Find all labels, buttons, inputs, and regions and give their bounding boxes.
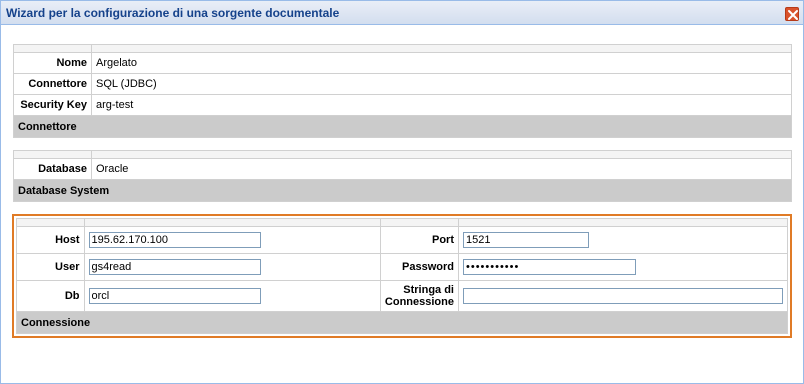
user-label: User — [16, 253, 85, 281]
db-label: Db — [16, 280, 85, 312]
security-key-row: Security Key arg-test — [13, 94, 792, 116]
database-label: Database — [13, 158, 92, 180]
connection-string-label: Stringa di Connessione — [379, 280, 460, 312]
database-system-section-header: Database System — [13, 179, 792, 202]
password-label: Password — [379, 253, 460, 281]
host-port-row: Host Port — [16, 226, 788, 254]
host-label: Host — [16, 226, 85, 254]
connection-section-header: Connessione — [16, 311, 788, 334]
connection-string-label-line2: Connessione — [384, 296, 454, 308]
connection-string-label-line1: Stringa di — [403, 284, 454, 296]
connector-value: SQL (JDBC) — [91, 73, 792, 95]
connector-label: Connettore — [13, 73, 92, 95]
security-key-value: arg-test — [91, 94, 792, 116]
host-input[interactable] — [88, 232, 261, 248]
source-info-panel: Nome Argelato Connettore SQL (JDBC) Secu… — [13, 44, 792, 138]
password-input[interactable] — [463, 259, 636, 275]
name-label: Nome — [13, 52, 92, 74]
database-value: Oracle — [91, 158, 792, 180]
wizard-window: Wizard per la configurazione di una sorg… — [0, 0, 804, 384]
window-titlebar: Wizard per la configurazione di una sorg… — [1, 1, 803, 25]
db-connstring-row: Db Stringa di Connessione — [16, 280, 788, 312]
port-label: Port — [379, 226, 460, 254]
security-key-label: Security Key — [13, 94, 92, 116]
user-input[interactable] — [88, 259, 261, 275]
database-row: Database Oracle — [13, 158, 792, 180]
db-input[interactable] — [88, 288, 261, 304]
connection-panel-highlight: Host Port User Password — [12, 214, 792, 338]
close-button[interactable] — [785, 7, 799, 21]
connector-section-header: Connettore — [13, 115, 792, 138]
connection-string-input[interactable] — [463, 288, 783, 304]
user-password-row: User Password — [16, 253, 788, 281]
name-value: Argelato — [91, 52, 792, 74]
window-title: Wizard per la configurazione di una sorg… — [6, 6, 340, 20]
close-icon — [788, 10, 798, 20]
database-panel: Database Oracle Database System — [13, 150, 792, 202]
port-input[interactable] — [463, 232, 589, 248]
name-row: Nome Argelato — [13, 52, 792, 74]
connector-row: Connettore SQL (JDBC) — [13, 73, 792, 95]
connection-panel: Host Port User Password — [16, 218, 788, 334]
